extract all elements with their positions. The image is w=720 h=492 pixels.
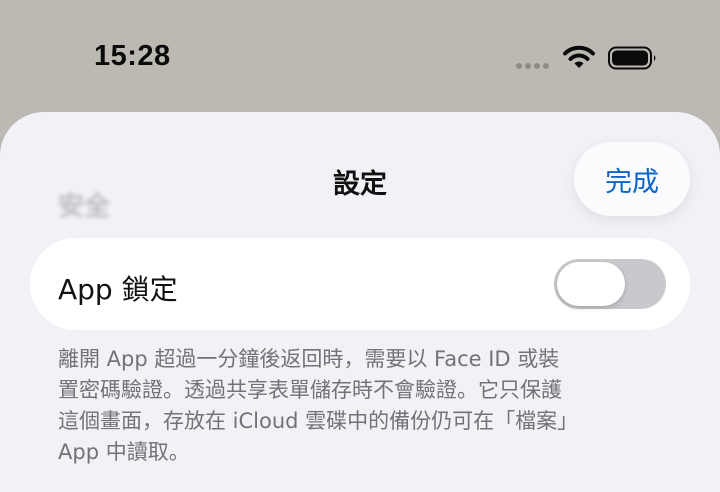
done-button[interactable]: 完成 [574,142,690,216]
signal-dots-icon [516,63,549,69]
settings-sheet: 安全 設定 完成 App 鎖定 離開 App 超過一分鐘後返回時，需要以 Fac… [0,112,720,492]
status-time: 15:28 [94,40,171,72]
battery-icon [608,46,656,70]
app-lock-row[interactable]: App 鎖定 [30,238,690,330]
toggle-knob [557,262,625,306]
status-bar: 15:28 [0,0,720,110]
wifi-icon [563,45,595,68]
app-lock-toggle[interactable] [554,259,666,309]
app-lock-description: 離開 App 超過一分鐘後返回時，需要以 Face ID 或裝 置密碼驗證。透過… [58,347,579,464]
app-lock-label: App 鎖定 [58,273,178,306]
